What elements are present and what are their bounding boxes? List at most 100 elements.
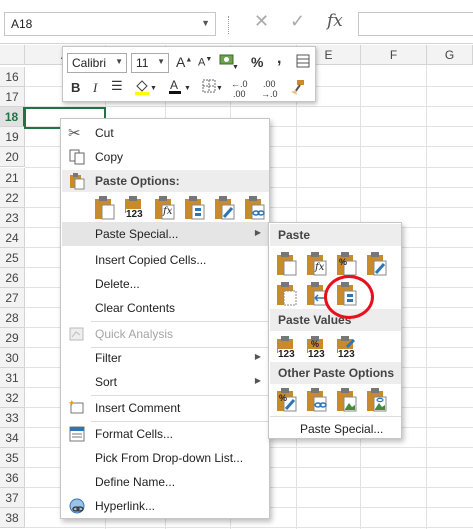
paste-transpose-icon[interactable] xyxy=(183,195,207,221)
excel-window: A18 ▼ ✕ ✓ fx A B C D E F G 16 17 18 19 2… xyxy=(0,0,473,529)
increase-font-size-icon[interactable]: A▲ xyxy=(176,54,192,70)
row-header[interactable]: 23 xyxy=(0,208,25,228)
paste-formatting-icon[interactable] xyxy=(213,195,237,221)
paste-icon[interactable] xyxy=(275,251,299,277)
row-header[interactable]: 36 xyxy=(0,468,25,488)
row-header[interactable]: 33 xyxy=(0,408,25,428)
menu-item-clear-contents[interactable]: Clear Contents xyxy=(62,296,269,320)
no-borders-icon[interactable] xyxy=(275,281,299,307)
formula-bar-grip[interactable] xyxy=(228,16,232,34)
menu-item-copy[interactable]: Copy xyxy=(62,145,269,169)
percent-style-button[interactable]: % xyxy=(251,54,263,70)
badge-text: 123 xyxy=(278,349,295,360)
paste-link-icon[interactable] xyxy=(305,387,329,413)
section-label: Paste Options: xyxy=(95,174,180,188)
font-size-select[interactable]: 11 ▼ xyxy=(131,53,169,73)
row-header[interactable]: 28 xyxy=(0,308,25,328)
cancel-icon[interactable]: ✕ xyxy=(254,11,269,32)
chevron-down-icon[interactable]: ▼ xyxy=(157,57,165,66)
menu-item-define-name[interactable]: Define Name... xyxy=(62,470,269,494)
copy-icon xyxy=(68,148,86,166)
menu-item-delete[interactable]: Delete... xyxy=(62,272,269,296)
format-painter-icon[interactable] xyxy=(295,53,311,72)
row-header[interactable]: 26 xyxy=(0,268,25,288)
menu-item-insert-copied-cells[interactable]: Insert Copied Cells... xyxy=(62,248,269,272)
name-box[interactable]: A18 ▼ xyxy=(4,12,216,36)
font-color-icon[interactable]: A ▼ xyxy=(167,78,191,99)
row-header[interactable]: 22 xyxy=(0,188,25,208)
menu-item-sort[interactable]: Sort ▶ xyxy=(62,370,269,394)
column-header-f[interactable]: F xyxy=(361,45,427,65)
paste-link-icon[interactable] xyxy=(243,195,267,221)
paste-formulas-number-format-icon[interactable]: % xyxy=(335,251,359,277)
keep-source-formatting-icon[interactable] xyxy=(365,251,389,277)
svg-text:A: A xyxy=(170,78,178,92)
column-header-g[interactable]: G xyxy=(427,45,473,65)
menu-item-paste-special[interactable]: Paste Special... ▶ xyxy=(62,222,269,246)
row-header-selected[interactable]: 18 xyxy=(0,107,25,127)
borders-icon[interactable]: ▼ xyxy=(201,78,223,99)
paste-icon[interactable] xyxy=(93,195,117,221)
svg-text:▼: ▼ xyxy=(184,85,191,92)
chevron-down-icon[interactable]: ▼ xyxy=(201,18,210,28)
paste-formulas-icon[interactable]: fx xyxy=(153,195,177,221)
row-header[interactable]: 20 xyxy=(0,147,25,167)
row-header[interactable]: 17 xyxy=(0,87,25,107)
new-comment-icon: ✦ xyxy=(68,398,86,417)
fill-color-icon[interactable]: ▼ xyxy=(133,78,157,99)
paste-picture-icon[interactable] xyxy=(335,387,359,413)
formula-input[interactable] xyxy=(358,12,473,36)
row-header[interactable]: 31 xyxy=(0,368,25,388)
format-painter-brush-icon[interactable] xyxy=(289,78,307,99)
insert-function-icon[interactable]: fx xyxy=(327,11,343,31)
menu-item-paste-special-dialog[interactable]: Paste Special... xyxy=(270,417,401,441)
menu-item-cut[interactable]: ✂ Cut xyxy=(62,121,269,145)
menu-item-pick-from-list[interactable]: Pick From Drop-down List... xyxy=(62,446,269,470)
row-header[interactable]: 32 xyxy=(0,388,25,408)
values-number-format-icon[interactable]: % 123 xyxy=(305,335,329,361)
row-header[interactable]: 37 xyxy=(0,488,25,508)
menu-item-label: Format Cells... xyxy=(95,427,174,441)
row-header[interactable]: 19 xyxy=(0,127,25,147)
row-header[interactable]: 27 xyxy=(0,288,25,308)
row-header[interactable]: 24 xyxy=(0,228,25,248)
menu-item-format-cells[interactable]: Format Cells... xyxy=(62,422,269,446)
badge-text: % xyxy=(339,257,348,267)
font-name-select[interactable]: Calibri ▼ xyxy=(67,53,127,73)
comma-style-button[interactable]: , xyxy=(277,50,281,68)
paste-values-icon[interactable]: 123 xyxy=(275,335,299,361)
paste-formatting-icon[interactable]: % xyxy=(275,387,299,413)
row-header[interactable]: 34 xyxy=(0,428,25,448)
select-all-corner[interactable] xyxy=(0,45,25,65)
menu-item-label: Delete... xyxy=(95,277,140,291)
bold-button[interactable]: B xyxy=(71,80,80,95)
row-header[interactable]: 30 xyxy=(0,348,25,368)
format-cells-icon xyxy=(68,425,86,443)
decrease-font-size-icon[interactable]: A▼ xyxy=(198,56,212,69)
linked-picture-icon[interactable] xyxy=(365,387,389,413)
menu-item-label: Filter xyxy=(95,351,122,365)
row-header[interactable]: 25 xyxy=(0,248,25,268)
chevron-down-icon[interactable]: ▼ xyxy=(115,57,123,66)
accounting-format-icon[interactable]: ▼ xyxy=(217,52,239,73)
menu-item-filter[interactable]: Filter ▶ xyxy=(62,346,269,370)
italic-button[interactable]: I xyxy=(93,80,97,96)
menu-item-label: Hyperlink... xyxy=(95,499,156,513)
quick-analysis-icon xyxy=(68,325,86,343)
menu-item-insert-comment[interactable]: ✦ Insert Comment xyxy=(62,396,269,420)
chevron-right-icon: ▶ xyxy=(254,228,261,237)
paste-formulas-icon[interactable]: fx xyxy=(305,251,329,277)
enter-check-icon[interactable]: ✓ xyxy=(290,11,305,32)
row-header[interactable]: 16 xyxy=(0,67,25,87)
decrease-decimal-icon[interactable]: .00 →.0 xyxy=(261,79,278,99)
align-center-icon[interactable]: ☰ xyxy=(111,78,123,94)
paste-values-icon[interactable]: 123 xyxy=(123,195,147,221)
row-header[interactable]: 29 xyxy=(0,328,25,348)
row-header[interactable]: 21 xyxy=(0,168,25,188)
increase-decimal-icon[interactable]: ←.0.00 xyxy=(231,79,248,99)
menu-item-hyperlink[interactable]: Hyperlink... xyxy=(62,494,269,518)
row-header[interactable]: 35 xyxy=(0,448,25,468)
chevron-right-icon: ▶ xyxy=(254,352,261,361)
values-source-formatting-icon[interactable]: 123 xyxy=(335,335,359,361)
row-header[interactable]: 38 xyxy=(0,508,25,528)
